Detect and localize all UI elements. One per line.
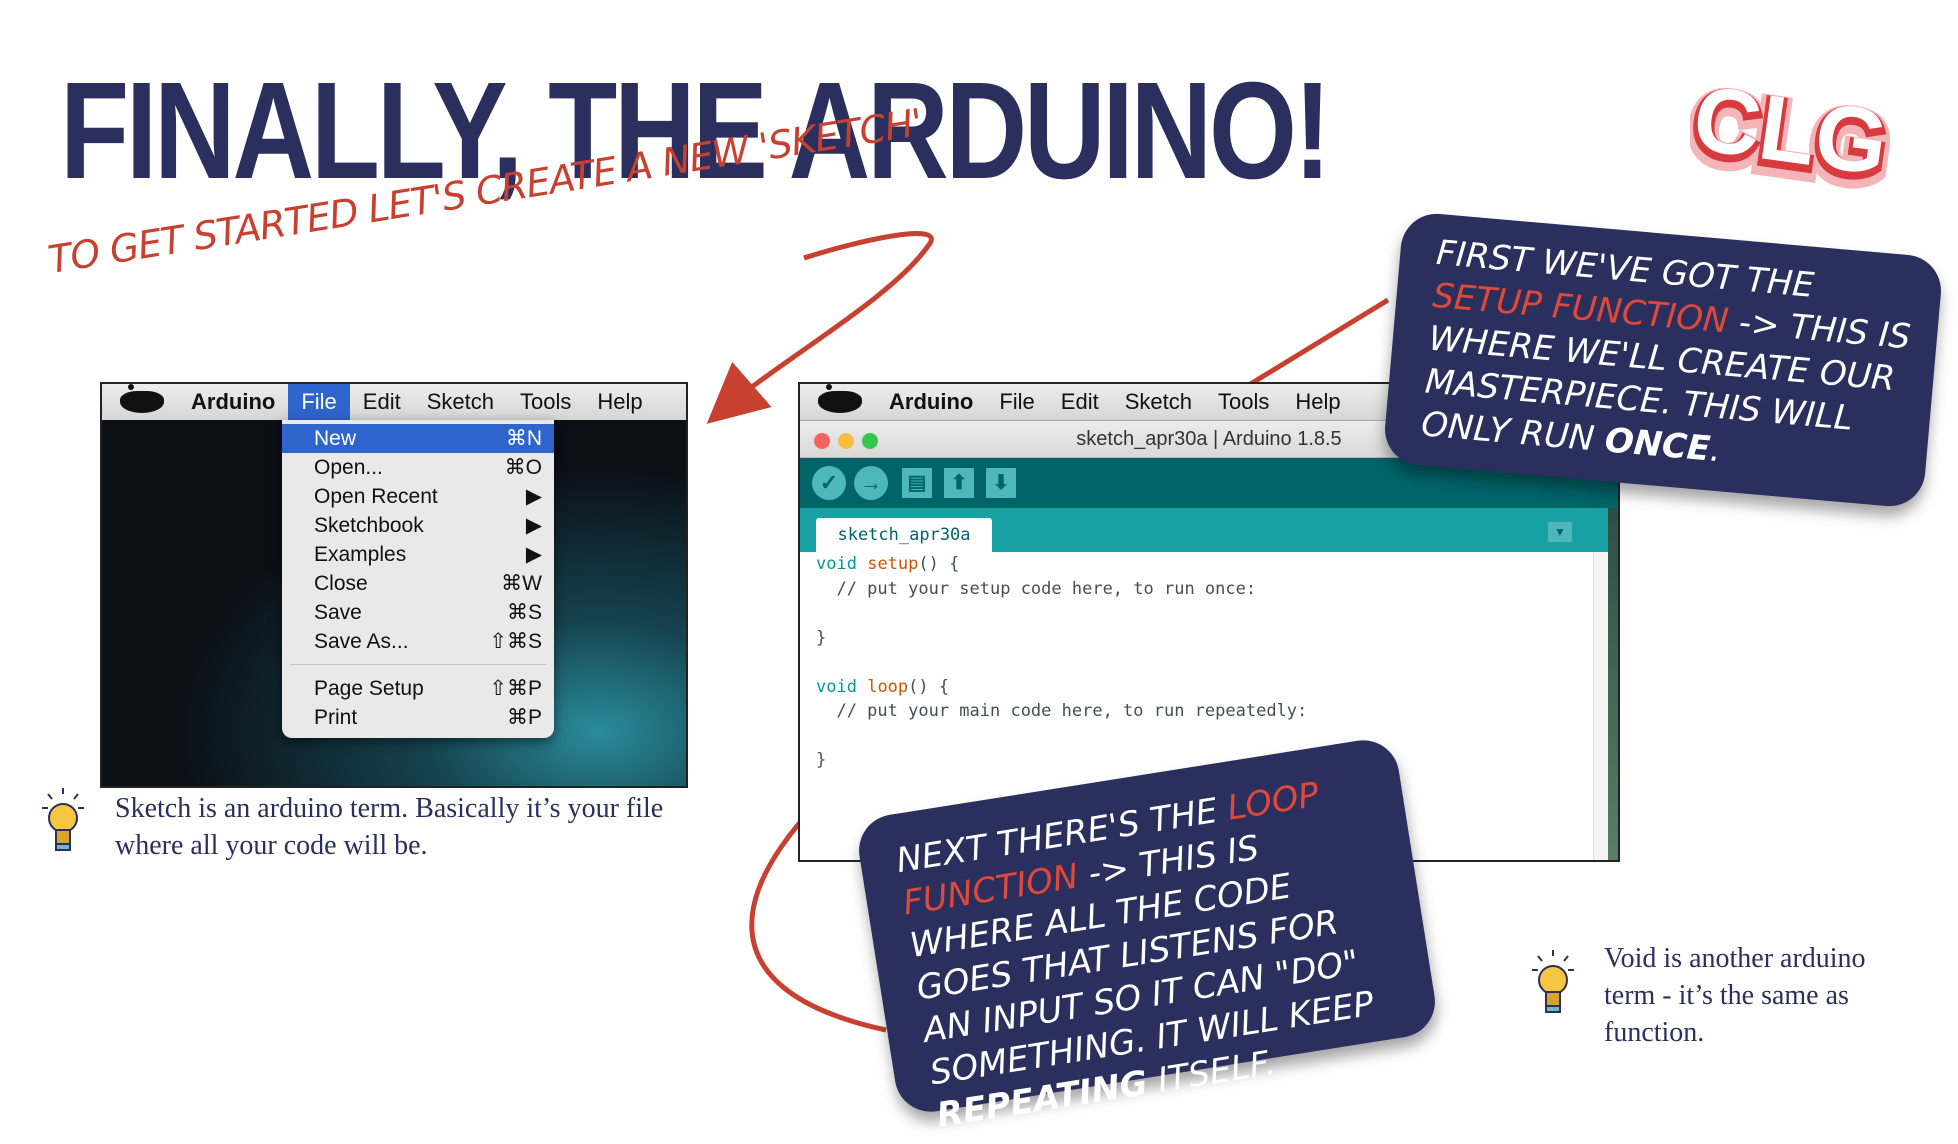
- tab-menu-icon[interactable]: ▼: [1548, 522, 1572, 542]
- lightbulb-icon: [42, 788, 84, 851]
- close-window-icon[interactable]: [814, 433, 830, 449]
- code-line: // put your setup code here, to run once…: [816, 578, 1257, 599]
- menu-item-close[interactable]: Close ⌘W: [282, 569, 554, 598]
- menu-item-examples[interactable]: Examples ▶: [282, 540, 554, 569]
- code-editor[interactable]: void setup() { // put your setup code he…: [816, 552, 1576, 773]
- menu-item-save[interactable]: Save ⌘S: [282, 598, 554, 627]
- tab-sketch[interactable]: sketch_apr30a: [816, 518, 992, 552]
- menubar-sketch[interactable]: Sketch: [414, 389, 507, 415]
- menubar-sketch[interactable]: Sketch: [1112, 389, 1205, 415]
- verify-icon[interactable]: ✓: [812, 466, 846, 500]
- menu-item-open[interactable]: Open... ⌘O: [282, 453, 554, 482]
- file-menu-dropdown: New ⌘N Open... ⌘O Open Recent ▶ Sketchbook ▶…: [282, 420, 554, 738]
- menu-item-page-setup[interactable]: Page Setup ⇧⌘P: [282, 674, 554, 703]
- setup-callout: FIRST WE'VE GOT THE SETUP FUNCTION -> TH…: [1382, 210, 1944, 510]
- loop-callout-text: NEXT THERE'S THE LOOP FUNCTION -> THIS I…: [893, 774, 1377, 1136]
- menu-item-open-recent[interactable]: Open Recent ▶: [282, 482, 554, 511]
- maximize-window-icon[interactable]: [862, 433, 878, 449]
- clg-logo: CLG CLG CLG: [1690, 70, 1890, 200]
- menu-separator: [290, 664, 546, 665]
- file-menu-screenshot: Arduino File Edit Sketch Tools Help New ⌘…: [100, 382, 688, 788]
- tab-strip: sketch_apr30a ▼: [800, 508, 1618, 552]
- window-title: sketch_apr30a | Arduino 1.8.5: [1076, 428, 1342, 450]
- apple-icon[interactable]: [818, 384, 862, 413]
- menubar-edit[interactable]: Edit: [1048, 389, 1112, 415]
- window-edge: [1608, 508, 1618, 860]
- menubar-app-name[interactable]: Arduino: [178, 389, 288, 415]
- menubar-edit[interactable]: Edit: [350, 389, 414, 415]
- menubar-file[interactable]: File: [986, 389, 1047, 415]
- menubar-tools[interactable]: Tools: [507, 389, 584, 415]
- void-tip-text: Void is another arduino term - it’s the …: [1604, 943, 1866, 1048]
- menubar-help[interactable]: Help: [584, 389, 655, 415]
- open-icon[interactable]: ⬆: [944, 468, 974, 498]
- editor-scrollbar[interactable]: [1593, 552, 1608, 860]
- menu-item-sketchbook[interactable]: Sketchbook ▶: [282, 511, 554, 540]
- sketch-tip-text: Sketch is an arduino term. Basically it’…: [115, 793, 664, 861]
- menubar-app-name[interactable]: Arduino: [876, 389, 986, 415]
- upload-icon[interactable]: →: [854, 466, 888, 500]
- mac-menubar: Arduino File Edit Sketch Tools Help: [102, 384, 686, 421]
- menu-item-print[interactable]: Print ⌘P: [282, 703, 554, 732]
- minimize-window-icon[interactable]: [838, 433, 854, 449]
- menu-item-save-as[interactable]: Save As... ⇧⌘S: [282, 627, 554, 656]
- save-icon[interactable]: ⬇: [986, 468, 1016, 498]
- menubar-help[interactable]: Help: [1282, 389, 1353, 415]
- menubar-file[interactable]: File: [288, 384, 350, 420]
- code-line: void loop() {: [816, 676, 950, 697]
- code-line: // put your main code here, to run repea…: [816, 701, 1308, 721]
- code-line: void setup() {: [816, 554, 960, 574]
- menu-item-new[interactable]: New ⌘N: [282, 424, 554, 453]
- code-line: }: [816, 627, 827, 648]
- apple-icon[interactable]: [120, 384, 164, 413]
- new-icon[interactable]: ▤: [902, 468, 932, 498]
- menubar-tools[interactable]: Tools: [1205, 389, 1282, 415]
- setup-callout-text: FIRST WE'VE GOT THE SETUP FUNCTION -> TH…: [1419, 232, 1913, 471]
- lightbulb-icon: [1532, 950, 1574, 1013]
